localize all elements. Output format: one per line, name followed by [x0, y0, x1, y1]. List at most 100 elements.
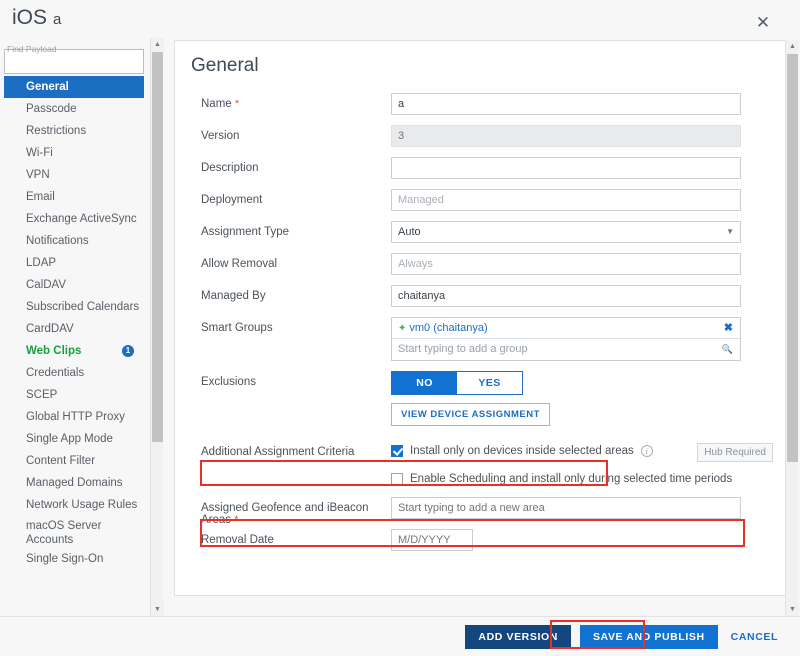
sidebar-item-notifications[interactable]: Notifications [4, 230, 144, 252]
sidebar-item-global-http-proxy[interactable]: Global HTTP Proxy [4, 406, 144, 428]
description-input[interactable] [391, 157, 741, 179]
exclusions-toggle: NO YES [391, 371, 523, 395]
sidebar-item-single-sign-on[interactable]: Single Sign-On [4, 548, 144, 570]
scroll-up-icon[interactable]: ▲ [786, 40, 799, 53]
sidebar-item-email[interactable]: Email [4, 186, 144, 208]
scrollbar-thumb[interactable] [787, 54, 798, 462]
field-row-version: Version [175, 125, 785, 157]
exclusions-no-option[interactable]: NO [392, 372, 457, 394]
removal-date-input[interactable] [391, 529, 473, 551]
field-row-name: Name * [175, 93, 785, 125]
sidebar-item-label: Content Filter [26, 455, 96, 467]
sidebar-item-network-usage-rules[interactable]: Network Usage Rules [4, 494, 144, 516]
status-badge: 1 [122, 345, 134, 357]
sidebar-item-label: CalDAV [26, 279, 67, 291]
sidebar-item-subscribed-calendars[interactable]: Subscribed Calendars [4, 296, 144, 318]
hub-required-badge: Hub Required [697, 443, 773, 462]
exclusions-yes-option[interactable]: YES [457, 372, 522, 394]
field-row-description: Description [175, 157, 785, 189]
find-payload-field: Find Payload [4, 44, 144, 74]
payload-nav-list: General Passcode Restrictions Wi-Fi VPN … [4, 76, 144, 570]
main-scrollbar[interactable]: ▲ ▼ [785, 40, 799, 616]
view-device-assignment-button[interactable]: VIEW DEVICE ASSIGNMENT [391, 403, 550, 426]
footer-actions: ADD VERSION SAVE AND PUBLISH CANCEL [465, 625, 782, 649]
enable-scheduling-checkbox[interactable] [391, 473, 403, 485]
sidebar-item-wifi[interactable]: Wi-Fi [4, 142, 144, 164]
info-icon[interactable]: i [640, 445, 653, 457]
smart-groups-input[interactable]: Start typing to add a group 🔍 [392, 339, 740, 360]
sidebar-item-label: Single App Mode [26, 433, 113, 445]
sidebar-item-label: CardDAV [26, 323, 74, 335]
spacer-label [201, 403, 391, 408]
install-inside-areas-checkbox[interactable] [391, 445, 403, 457]
sidebar-item-exchange-activesync[interactable]: Exchange ActiveSync [4, 208, 144, 230]
page-title-profile-name: a [53, 11, 62, 28]
sidebar-item-label: Web Clips [26, 345, 82, 357]
scroll-down-icon[interactable]: ▼ [151, 603, 164, 616]
sidebar-item-label: Network Usage Rules [26, 499, 138, 511]
name-label-text: Name [201, 98, 232, 110]
field-row-geofence: Assigned Geofence and iBeacon Areas * [175, 493, 785, 529]
managed-by-input[interactable] [391, 285, 741, 307]
field-row-view-device-assignment: VIEW DEVICE ASSIGNMENT [175, 403, 785, 437]
allow-removal-label: Allow Removal [201, 258, 278, 270]
sidebar-item-restrictions[interactable]: Restrictions [4, 120, 144, 142]
find-payload-label: Find Payload [7, 44, 57, 54]
sidebar-item-ldap[interactable]: LDAP [4, 252, 144, 274]
profile-editor-window: iOS a ✕ Find Payload General Passcode Res… [0, 0, 800, 656]
general-payload-panel: General Name * Version Description Deplo… [174, 40, 786, 596]
remove-tag-icon[interactable]: ✖ [724, 318, 733, 339]
smart-group-tag: ✦ vm0 (chaitanya) ✖ [392, 318, 740, 339]
geofence-label-text: Assigned Geofence and iBeacon Areas [201, 502, 369, 526]
required-marker: * [234, 98, 240, 110]
field-row-deployment: Deployment [175, 189, 785, 221]
geofence-label: Assigned Geofence and iBeacon Areas * [201, 497, 391, 526]
field-row-managed-by: Managed By [175, 285, 785, 317]
search-icon[interactable]: 🔍 [722, 339, 733, 360]
sidebar-item-label: Global HTTP Proxy [26, 411, 125, 423]
sidebar-item-scep[interactable]: SCEP [4, 384, 144, 406]
sidebar-item-content-filter[interactable]: Content Filter [4, 450, 144, 472]
save-and-publish-button[interactable]: SAVE AND PUBLISH [579, 625, 718, 649]
name-input[interactable] [391, 93, 741, 115]
version-label: Version [201, 130, 240, 142]
sidebar-scrollbar[interactable]: ▲ ▼ [150, 38, 164, 616]
allow-removal-input [391, 253, 741, 275]
sidebar-item-macos-server-accounts[interactable]: macOS Server Accounts [4, 516, 144, 548]
exclusions-label: Exclusions [201, 376, 256, 388]
sidebar-item-general[interactable]: General [4, 76, 144, 98]
smart-groups-label: Smart Groups [201, 322, 273, 334]
sidebar-item-single-app-mode[interactable]: Single App Mode [4, 428, 144, 450]
sidebar-item-label: macOS Server Accounts [26, 520, 102, 546]
spacer-label-2 [201, 469, 391, 474]
sidebar-item-carddav[interactable]: CardDAV [4, 318, 144, 340]
sidebar-item-label: Managed Domains [26, 477, 123, 489]
sidebar-item-label: VPN [26, 169, 50, 181]
sidebar-item-label: General [26, 81, 69, 93]
geofence-input[interactable] [391, 497, 741, 519]
action-bar: ADD VERSION SAVE AND PUBLISH CANCEL [0, 616, 800, 656]
assignment-type-select[interactable] [391, 221, 741, 243]
sidebar-item-label: Email [26, 191, 55, 203]
cancel-button[interactable]: CANCEL [727, 625, 782, 649]
enable-scheduling-row: Enable Scheduling and install only durin… [391, 469, 785, 489]
name-label: Name * [201, 93, 391, 110]
window-header: iOS a ✕ [0, 0, 800, 38]
scroll-down-icon[interactable]: ▼ [786, 603, 799, 616]
sidebar-item-credentials[interactable]: Credentials [4, 362, 144, 384]
sidebar-item-caldav[interactable]: CalDAV [4, 274, 144, 296]
sidebar-item-managed-domains[interactable]: Managed Domains [4, 472, 144, 494]
sidebar-item-web-clips[interactable]: Web Clips 1 [4, 340, 144, 362]
sidebar-item-passcode[interactable]: Passcode [4, 98, 144, 120]
smart-groups-box: ✦ vm0 (chaitanya) ✖ Start typing to add a… [391, 317, 741, 361]
smart-group-tag-label: vm0 (chaitanya) [409, 322, 488, 334]
sidebar-item-vpn[interactable]: VPN [4, 164, 144, 186]
field-row-assignment-type: Assignment Type ▼ [175, 221, 785, 253]
close-icon[interactable]: ✕ [754, 14, 772, 32]
field-row-exclusions: Exclusions NO YES [175, 365, 785, 403]
add-version-button[interactable]: ADD VERSION [465, 625, 571, 649]
scroll-up-icon[interactable]: ▲ [151, 38, 164, 51]
field-row-additional-criteria: Additional Assignment Criteria Install o… [175, 437, 785, 463]
scrollbar-thumb[interactable] [152, 52, 163, 442]
field-row-smart-groups: Smart Groups ✦ vm0 (chaitanya) ✖ Start ty… [175, 317, 785, 365]
